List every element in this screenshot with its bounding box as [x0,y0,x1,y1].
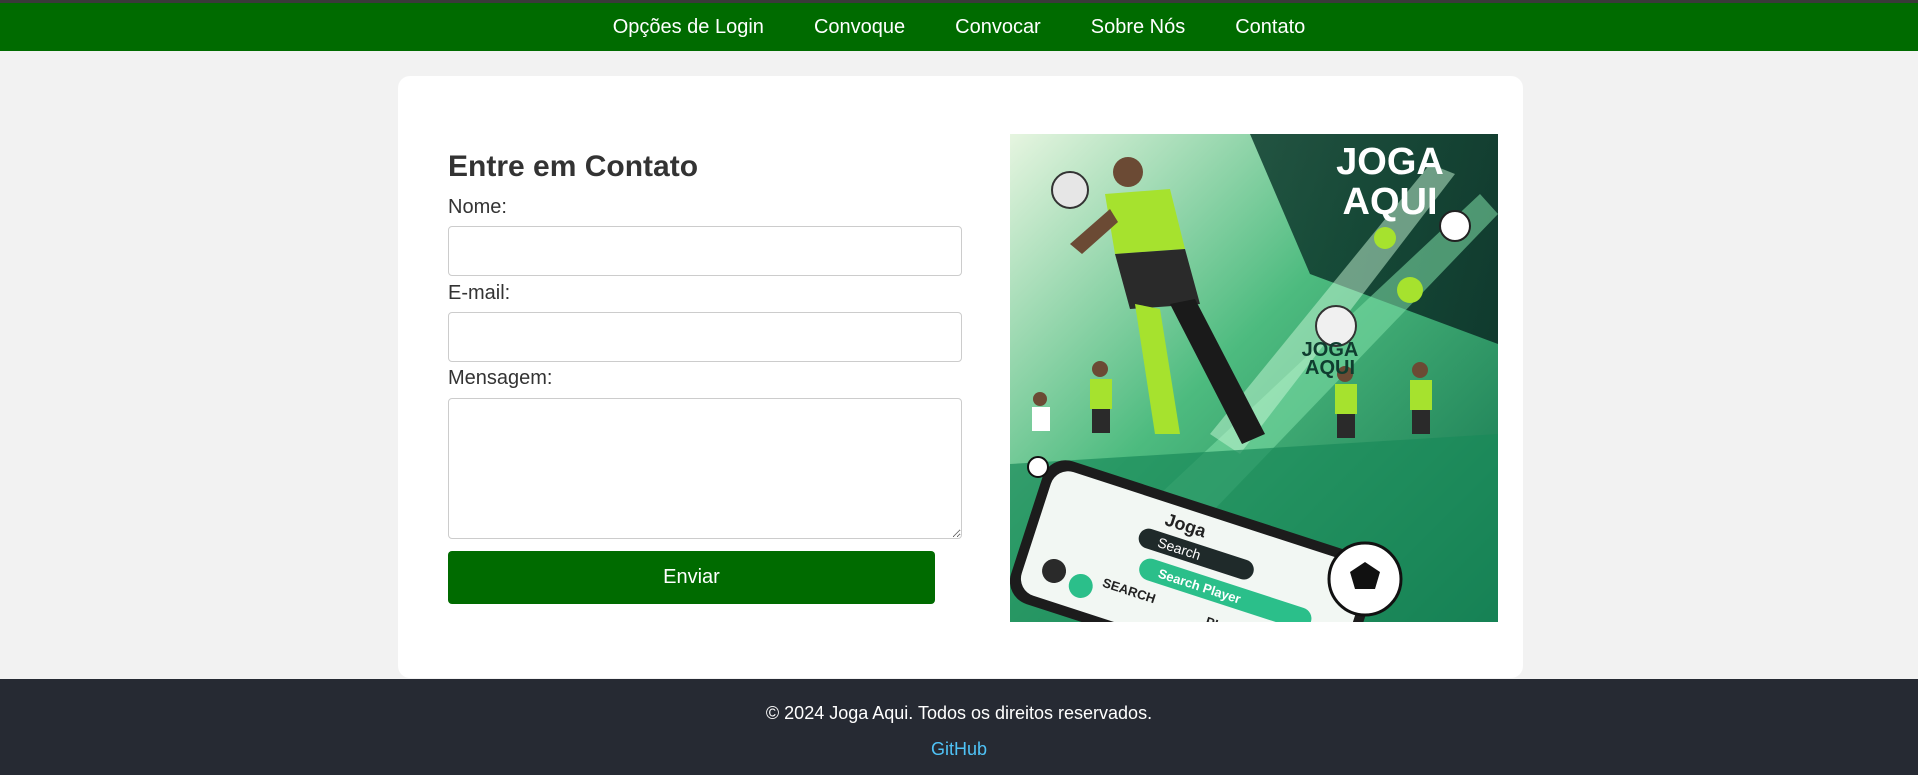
top-navigation: Opções de Login Convoque Convocar Sobre … [0,3,1918,51]
message-label: Mensagem: [448,367,553,389]
page-footer: © 2024 Joga Aqui. Todos os direitos rese… [0,679,1918,775]
email-input[interactable] [448,312,962,362]
name-label: Nome: [448,196,507,218]
promo-image: JOGA AQUI JOGA AQUI Joga Search Search P… [1010,134,1498,622]
nav-link-contact[interactable]: Contato [1210,16,1330,39]
soccer-ball-icon [1027,456,1049,478]
footer-copyright: © 2024 Joga Aqui. Todos os direitos rese… [765,703,1153,723]
github-link[interactable]: GitHub [931,739,987,759]
email-label: E-mail: [448,282,511,304]
submit-button[interactable]: Enviar [448,551,935,604]
promo-small-brand-line2: AQUI [1305,357,1355,379]
nav-link-login-options[interactable]: Opções de Login [588,16,789,39]
form-title: Entre em Contato [448,150,699,183]
promo-brand-line2: AQUI [1343,181,1438,223]
location-pin-icon [1397,277,1423,303]
location-pin-icon [1374,227,1396,249]
message-textarea[interactable] [448,398,962,539]
contact-card: Entre em Contato Nome: E-mail: Mensagem:… [398,76,1523,678]
name-input[interactable] [448,226,962,276]
promo-brand-line1: JOGA [1336,141,1444,183]
soccer-ball-icon [1439,210,1471,242]
soccer-ball-icon [1051,171,1089,209]
nav-link-convoque[interactable]: Convoque [789,16,930,39]
footer-link-row: GitHub [0,739,1918,760]
nav-link-convocar[interactable]: Convocar [930,16,1066,39]
nav-link-about[interactable]: Sobre Nós [1066,16,1211,39]
